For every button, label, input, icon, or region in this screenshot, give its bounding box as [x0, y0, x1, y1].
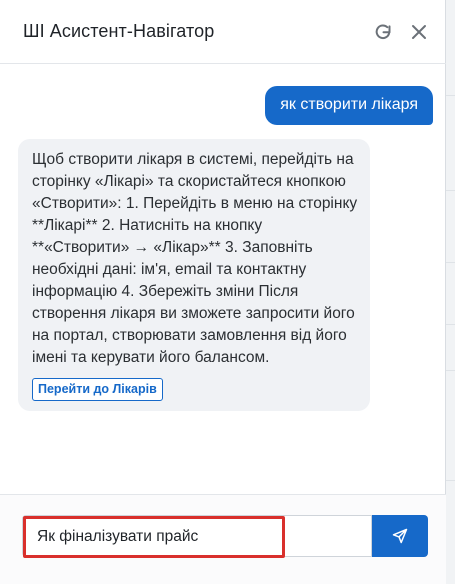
refresh-icon — [375, 24, 391, 39]
assistant-panel: ШІ Асистент-Навігатор як створити лікаря… — [0, 0, 446, 584]
input-container — [22, 515, 372, 558]
send-icon — [392, 528, 408, 544]
user-message: як створити лікаря — [265, 86, 433, 125]
assistant-message-text: Щоб створити лікаря в системі, перейдіть… — [32, 151, 358, 366]
assistant-message: Щоб створити лікаря в системі, перейдіть… — [18, 139, 370, 411]
go-to-doctors-link[interactable]: Перейти до Лікарів — [32, 378, 163, 401]
composer — [0, 494, 446, 584]
panel-header: ШІ Асистент-Навігатор — [0, 0, 446, 64]
message-input[interactable] — [23, 516, 285, 558]
send-button[interactable] — [372, 515, 428, 557]
close-icon — [412, 24, 426, 39]
background-page-edge — [446, 0, 455, 584]
refresh-button[interactable] — [372, 21, 394, 43]
message-list: як створити лікаря Щоб створити лікаря в… — [0, 65, 446, 493]
panel-title: ШІ Асистент-Навігатор — [23, 21, 215, 41]
close-button[interactable] — [408, 21, 430, 43]
